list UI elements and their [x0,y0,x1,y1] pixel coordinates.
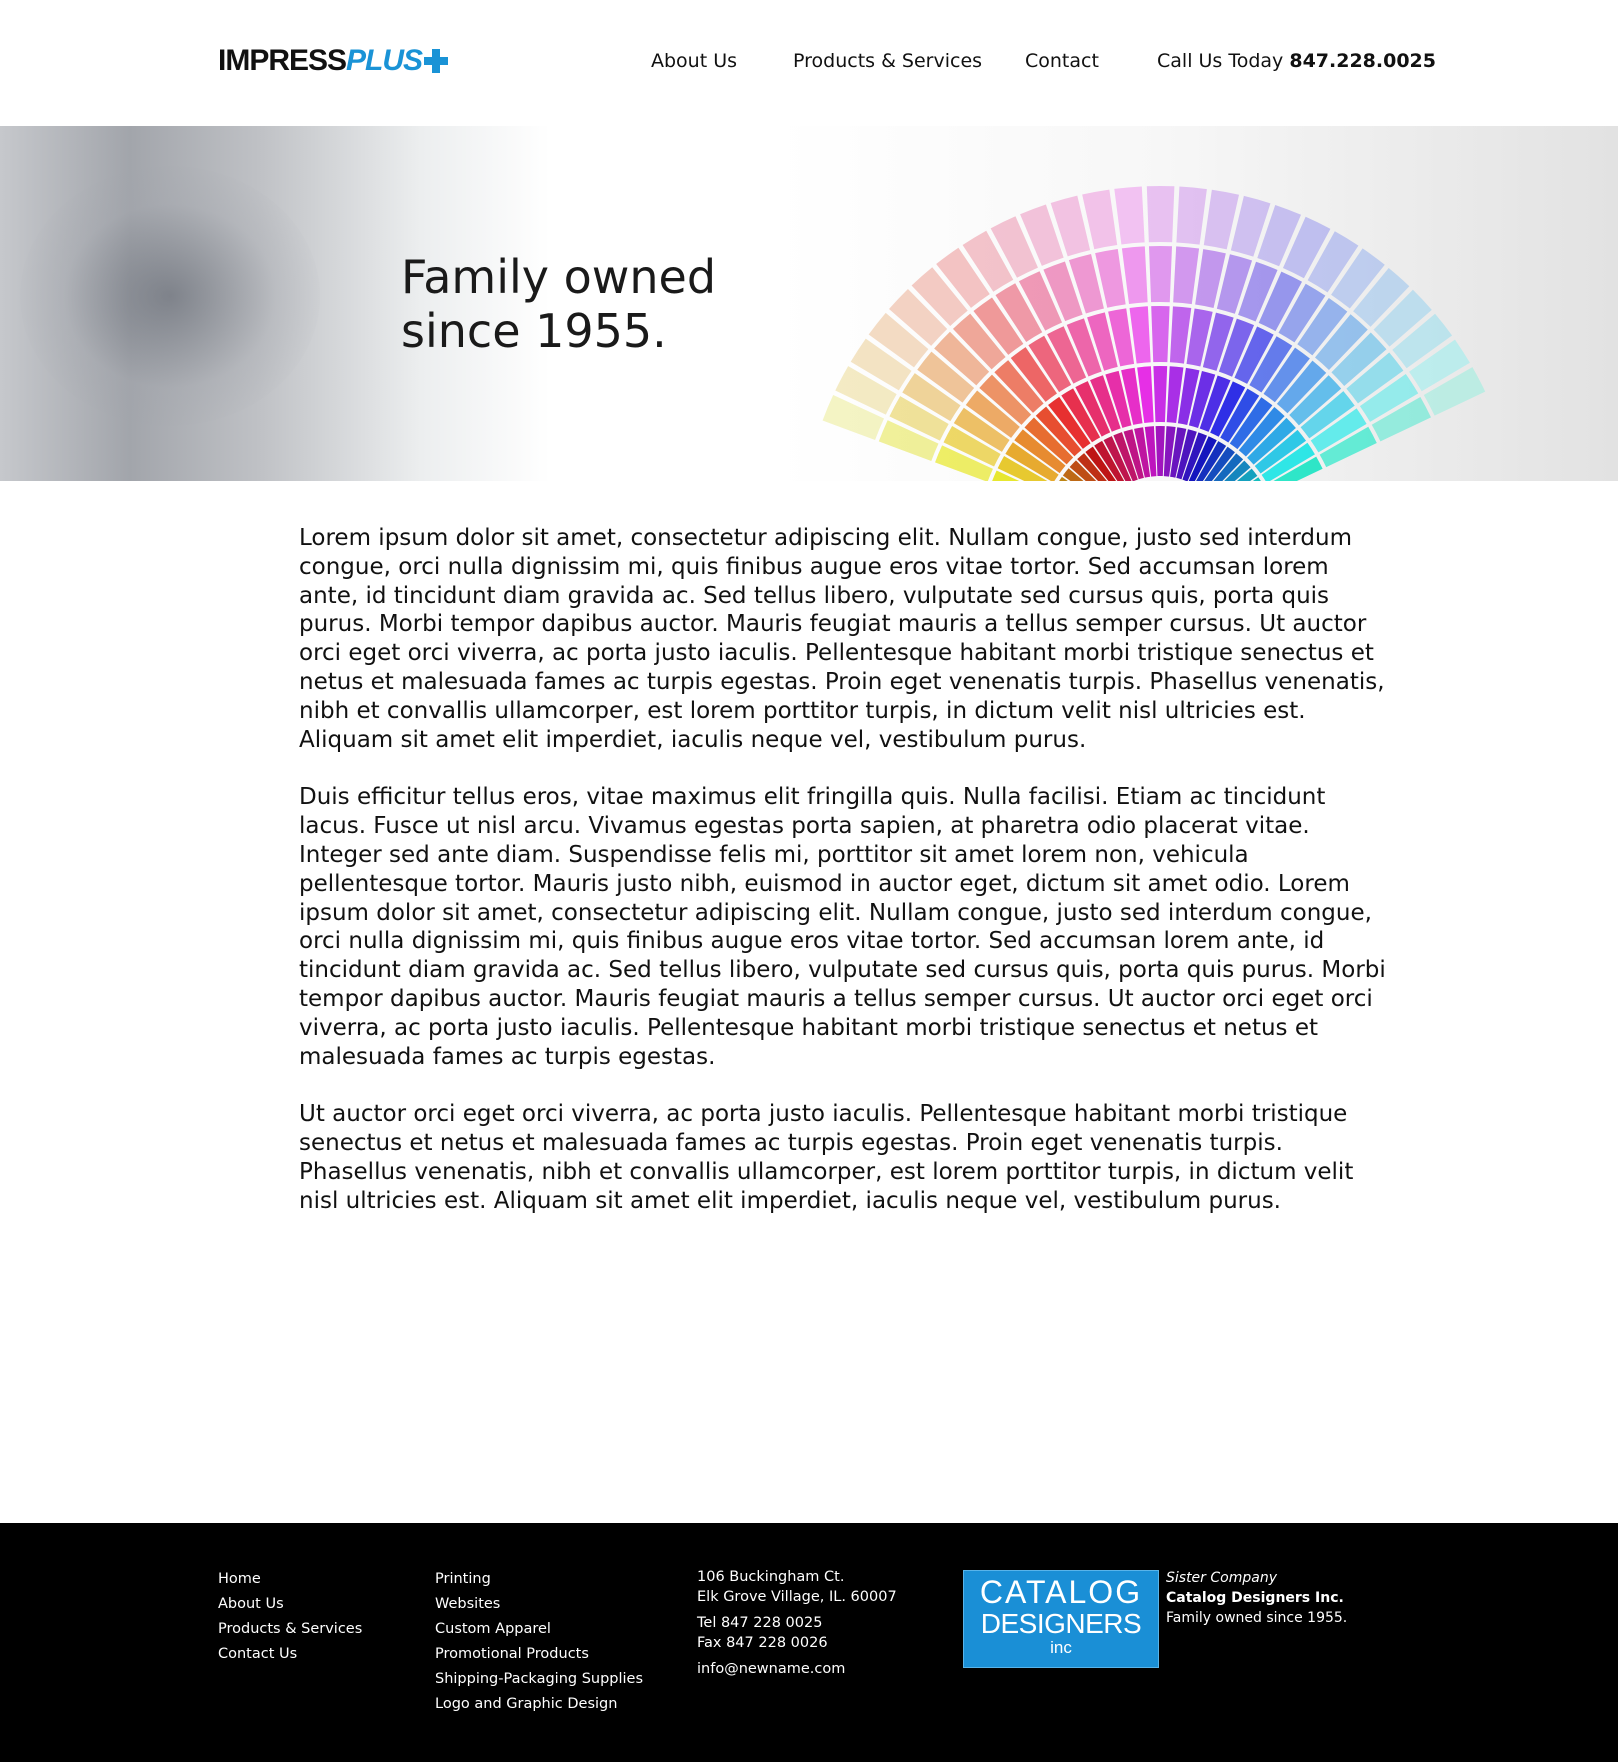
nav-about-us[interactable]: About Us [651,50,737,72]
content-paragraph-2: Duis efficitur tellus eros, vitae maximu… [299,784,1386,1070]
content-paragraph-1: Lorem ipsum dolor sit amet, consectetur … [299,525,1385,753]
sister-company-tagline: Family owned since 1955. [1166,1610,1348,1626]
address-email[interactable]: info@newname.com [697,1659,897,1679]
footer-link-shipping-packaging[interactable]: Shipping-Packaging Supplies [435,1667,643,1692]
footer-link-logo-graphic-design[interactable]: Logo and Graphic Design [435,1692,643,1717]
address-city: Elk Grove Village, IL. 60007 [697,1589,897,1605]
plus-icon [424,49,449,73]
footer-link-printing[interactable]: Printing [435,1567,643,1592]
nav-contact[interactable]: Contact [1025,50,1099,72]
address-fax: Fax 847 228 0026 [697,1635,828,1651]
sister-company-name[interactable]: Catalog Designers Inc. [1166,1588,1347,1608]
impressplus-logo[interactable]: IMPRESS PLUS [218,44,449,77]
footer-nav: Home About Us Products & Services Contac… [218,1567,362,1667]
footer-link-contact-us[interactable]: Contact Us [218,1642,362,1667]
phone-number[interactable]: 847.228.0025 [1289,50,1436,72]
sister-company-label: Sister Company [1166,1570,1277,1586]
footer-link-promotional-products[interactable]: Promotional Products [435,1642,643,1667]
hero-title: Family owned since 1955. [401,250,717,358]
footer-link-home[interactable]: Home [218,1567,362,1592]
cd-logo-line2: DESIGNERS [980,1608,1142,1639]
footer-services: Printing Websites Custom Apparel Promoti… [435,1567,643,1717]
footer-link-about-us[interactable]: About Us [218,1592,362,1617]
color-swatch-fan-image [822,186,1486,481]
footer-address: 106 Buckingham Ct. Elk Grove Village, IL… [697,1567,897,1679]
site-footer: Home About Us Products & Services Contac… [0,1523,1618,1762]
footer-link-custom-apparel[interactable]: Custom Apparel [435,1617,643,1642]
address-street: 106 Buckingham Ct. [697,1569,845,1585]
address-tel[interactable]: Tel 847 228 0025 [697,1613,897,1633]
hero-banner: Family owned since 1955. [0,126,1618,481]
site-header: IMPRESS PLUS About Us Products & Service… [0,0,1618,126]
main-content: Lorem ipsum dolor sit amet, consectetur … [299,524,1389,1245]
footer-link-products-services[interactable]: Products & Services [218,1617,362,1642]
cd-logo-line3: inc [1050,1638,1072,1657]
sister-company-info: Sister Company Catalog Designers Inc. Fa… [1166,1568,1347,1628]
content-paragraph-3: Ut auctor orci eget orci viverra, ac por… [299,1101,1354,1214]
logo-word-plus: PLUS [346,44,423,77]
catalog-designers-logo[interactable]: CATALOG DESIGNERS inc [963,1570,1159,1668]
call-us-phone[interactable]: Call Us Today 847.228.0025 [1157,50,1436,72]
cd-logo-line1: CATALOG [979,1574,1143,1610]
footer-link-websites[interactable]: Websites [435,1592,643,1617]
nav-products-services[interactable]: Products & Services [793,50,982,72]
logo-word-impress: IMPRESS [218,44,347,77]
call-us-label: Call Us Today [1157,50,1284,72]
